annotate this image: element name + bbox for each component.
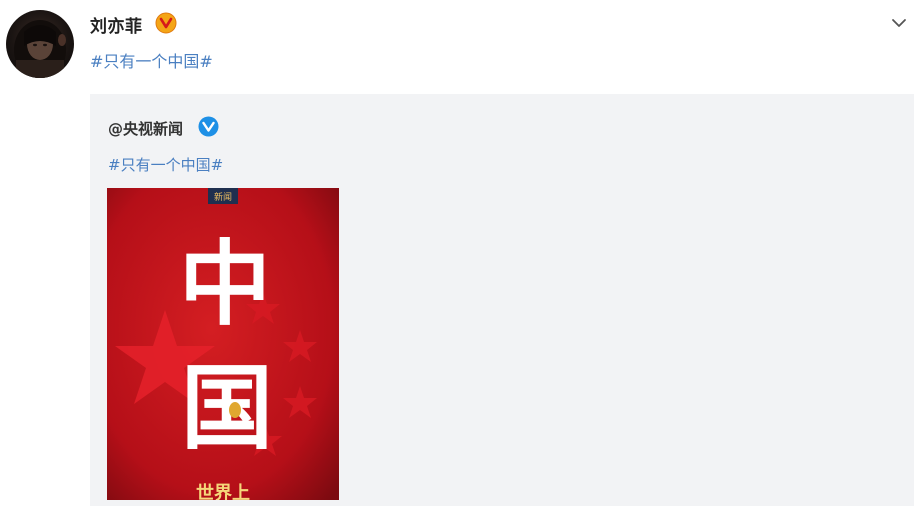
weibo-post: 刘亦菲 #只有一个中国# @央视新闻 #只有一个中国# 新闻 中 国 世界上 <box>0 0 914 506</box>
author-name[interactable]: 刘亦菲 <box>90 12 143 37</box>
poster-bottom-text: 世界上 <box>196 483 250 500</box>
title-char-guo: 国 <box>181 354 273 462</box>
gold-dot <box>229 402 241 418</box>
title-char-zhong: 中 <box>179 230 271 338</box>
repost-card[interactable]: @央视新闻 #只有一个中国# 新闻 中 国 世界上 <box>90 94 914 506</box>
news-badge: 新闻 <box>208 188 238 204</box>
repost-author[interactable]: @央视新闻 <box>108 118 183 139</box>
post-hashtag[interactable]: #只有一个中国# <box>90 48 213 72</box>
avatar[interactable] <box>6 10 74 78</box>
repost-hashtag[interactable]: #只有一个中国# <box>108 154 223 175</box>
verified-blue-icon <box>198 116 219 137</box>
poster-image[interactable]: 新闻 中 国 世界上 <box>107 188 339 500</box>
verified-gold-icon <box>155 12 177 34</box>
chevron-down-icon[interactable] <box>890 14 908 32</box>
svg-text:新闻: 新闻 <box>214 191 232 203</box>
